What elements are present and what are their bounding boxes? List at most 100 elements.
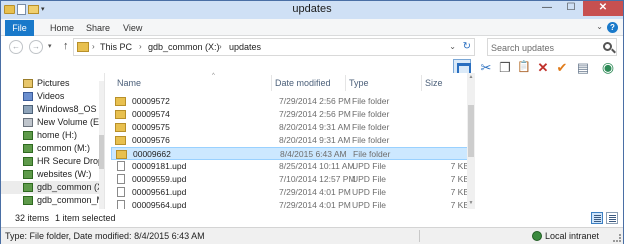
nav-item-websites[interactable]: websites (W:) (1, 168, 99, 181)
address-bar[interactable]: › This PC › gdb_common (X:) › updates ⌄ … (73, 38, 475, 56)
videos-icon (23, 92, 33, 101)
large-icons-view-button[interactable] (606, 212, 618, 224)
security-zone: Local intranet (545, 231, 600, 241)
nav-item-label: Windows8_OS (C (37, 104, 99, 114)
checkmark-glyph: ✔ (556, 60, 568, 75)
column-header-date[interactable]: Date modified (275, 78, 331, 88)
file-name: 00009575 (132, 122, 170, 132)
globe-icon[interactable]: ◉ (599, 59, 617, 76)
scroll-up-icon[interactable]: ▲ (468, 74, 474, 80)
file-size: 7 KB (450, 161, 469, 171)
column-divider[interactable] (421, 75, 422, 91)
nav-item-pictures[interactable]: Pictures (1, 77, 99, 90)
file-icon (117, 187, 125, 197)
file-name: 00009561.upd (132, 187, 187, 197)
breadcrumb-this-pc[interactable]: This PC (100, 42, 132, 52)
breadcrumb-updates[interactable]: updates (229, 42, 261, 52)
back-button[interactable]: ← (9, 40, 23, 54)
file-size: 7 KB (450, 187, 469, 197)
selection-count: 1 item selected (55, 213, 116, 223)
tab-home[interactable]: Home (50, 20, 74, 36)
up-button[interactable]: ↑ (63, 40, 69, 52)
folder-icon (77, 42, 89, 52)
nav-item-gdb-common-m[interactable]: gdb_common_M (1, 194, 99, 207)
maximize-button[interactable]: ☐ (559, 1, 583, 16)
file-list-scrollbar-thumb[interactable] (468, 105, 474, 157)
column-header-name[interactable]: Name (117, 78, 141, 88)
breadcrumb-separator[interactable]: › (92, 42, 95, 51)
tab-file[interactable]: File (5, 20, 34, 36)
file-row[interactable]: 00009559.upd 7/10/2014 12:57 PM UPD File… (111, 173, 469, 186)
file-icon (117, 174, 125, 184)
navigation-pane: Pictures Videos Windows8_OS (C New Volum… (1, 73, 105, 209)
file-type: File folder (352, 122, 390, 132)
file-row[interactable]: 00009575 8/20/2014 9:31 AM File folder (111, 121, 469, 134)
help-icon[interactable]: ? (607, 22, 618, 33)
nav-item-label: gdb_common (X (37, 182, 99, 192)
nav-item-label: HR Secure Drop ( (37, 156, 99, 166)
search-box[interactable] (487, 38, 617, 56)
column-divider[interactable] (345, 75, 346, 91)
nav-item-new-volume[interactable]: New Volume (E:) (1, 116, 99, 129)
search-input[interactable] (491, 41, 597, 54)
item-count: 32 items (15, 213, 50, 223)
file-name: 00009572 (132, 96, 170, 106)
intranet-zone-icon (532, 231, 542, 241)
file-name: 00009181.upd (132, 161, 187, 171)
file-date: 7/29/2014 4:01 PM (279, 187, 351, 197)
column-divider[interactable] (271, 75, 272, 91)
nav-scrollbar-thumb[interactable] (99, 135, 104, 169)
checkmark-icon[interactable]: ✔ (553, 59, 571, 76)
nav-item-label: websites (W:) (37, 169, 92, 179)
nav-item-common[interactable]: common (M:) (1, 142, 99, 155)
windows-drive-icon (23, 105, 33, 114)
nav-item-label: home (H:) (37, 130, 78, 140)
search-icon[interactable] (603, 42, 612, 51)
address-dropdown-icon[interactable]: ⌄ (449, 42, 456, 51)
file-row[interactable]: 00009576 8/20/2014 9:31 AM File folder (111, 134, 469, 147)
breadcrumb-separator[interactable]: › (139, 42, 142, 51)
file-row[interactable]: 00009572 7/29/2014 2:56 PM File folder (111, 95, 469, 108)
nav-item-label: New Volume (E:) (37, 117, 99, 127)
file-date: 8/20/2014 9:31 AM (279, 135, 351, 145)
minimize-button[interactable]: — (535, 1, 559, 16)
network-drive-icon (23, 131, 33, 140)
nav-item-videos[interactable]: Videos (1, 90, 99, 103)
paste-icon[interactable]: 📋 (515, 59, 533, 76)
cut-icon[interactable]: ✂ (477, 59, 495, 76)
scroll-down-icon[interactable]: ▼ (468, 200, 474, 206)
nav-item-home[interactable]: home (H:) (1, 129, 99, 142)
forward-button[interactable]: → (29, 40, 43, 54)
properties-icon[interactable]: ▤ (574, 59, 592, 76)
expand-ribbon-icon[interactable]: ⌄ (596, 22, 603, 31)
tab-view[interactable]: View (123, 20, 142, 36)
file-row[interactable]: 00009561.upd 7/29/2014 4:01 PM UPD File … (111, 186, 469, 199)
breadcrumb-drive[interactable]: gdb_common (X:) (148, 42, 220, 52)
file-row[interactable]: 00009574 7/29/2014 2:56 PM File folder (111, 108, 469, 121)
file-type: UPD File (352, 161, 387, 171)
tab-share[interactable]: Share (86, 20, 110, 36)
copy-icon[interactable]: ❐ (496, 59, 514, 76)
details-view-button[interactable] (591, 212, 603, 224)
column-header-size[interactable]: Size (425, 78, 443, 88)
nav-item-gdb-common[interactable]: gdb_common (X (1, 181, 99, 194)
nav-item-label: Pictures (37, 78, 70, 88)
file-row-selected[interactable]: 00009662 8/4/2015 6:43 AM File folder (111, 147, 469, 160)
window-controls: — ☐ ✕ (535, 1, 623, 16)
file-type: File folder (352, 109, 390, 119)
nav-item-hr-secure-drop[interactable]: HR Secure Drop ( (1, 155, 99, 168)
recent-locations-icon[interactable]: ▾ (48, 42, 52, 50)
file-date: 8/25/2014 10:11 AM (279, 161, 355, 171)
nav-item-windows8-os[interactable]: Windows8_OS (C (1, 103, 99, 116)
refresh-icon[interactable]: ↻ (463, 41, 471, 52)
delete-icon[interactable]: ✕ (534, 59, 552, 76)
divider (419, 230, 420, 242)
column-header-type[interactable]: Type (349, 78, 369, 88)
file-row[interactable]: 00009181.upd 8/25/2014 10:11 AM UPD File… (111, 160, 469, 173)
file-name: 00009576 (132, 135, 170, 145)
close-button[interactable]: ✕ (583, 1, 623, 16)
resize-grip[interactable] (613, 234, 621, 242)
properties-glyph: ▤ (576, 60, 590, 75)
file-name: 00009559.upd (132, 174, 187, 184)
breadcrumb-separator[interactable]: › (219, 42, 222, 51)
